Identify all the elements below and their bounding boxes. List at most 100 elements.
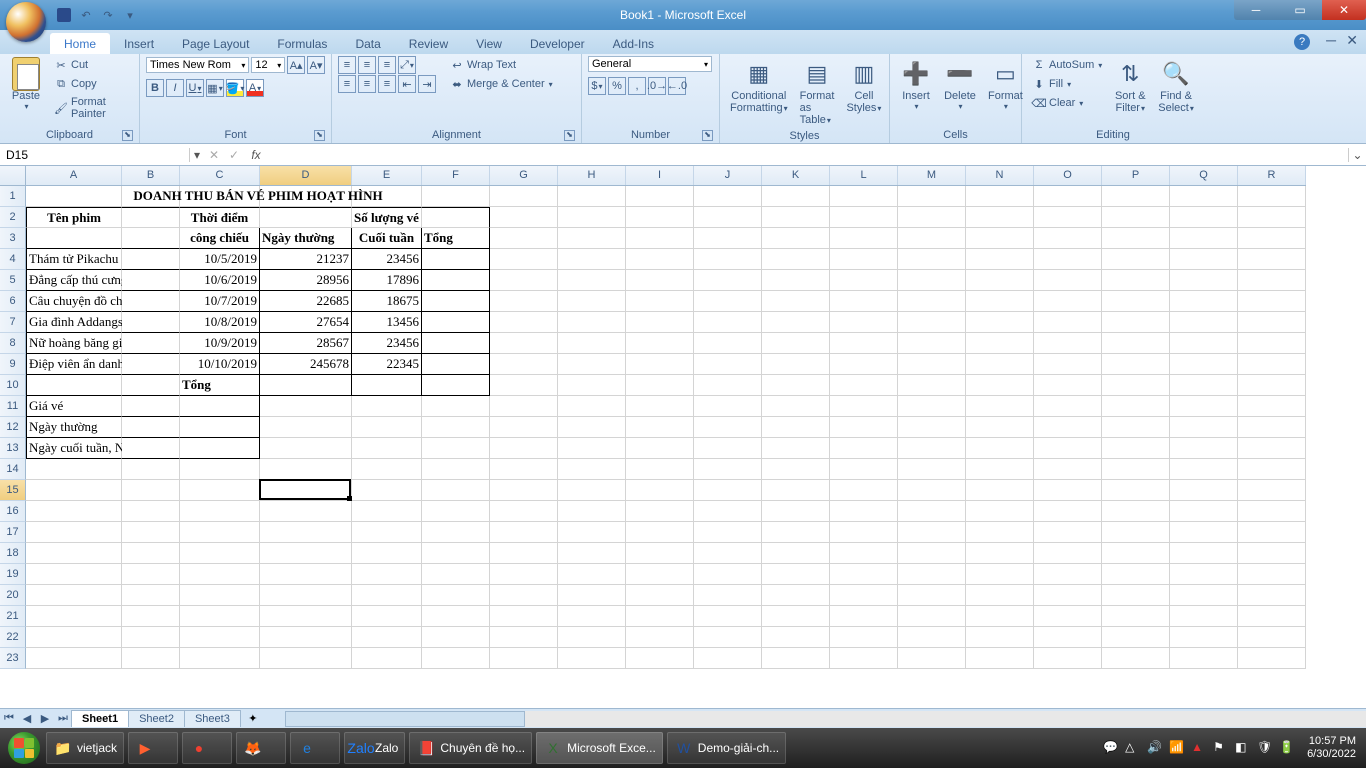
cell[interactable]: [626, 417, 694, 438]
align-bottom-button[interactable]: ≡: [378, 56, 396, 74]
cell[interactable]: 13456: [352, 312, 422, 333]
cell[interactable]: [1102, 270, 1170, 291]
cell[interactable]: [762, 606, 830, 627]
cell[interactable]: [1034, 438, 1102, 459]
cell[interactable]: [694, 333, 762, 354]
window-minimize-button[interactable]: ─: [1234, 0, 1278, 20]
format-painter-button[interactable]: 🖌Format Painter: [50, 94, 133, 122]
cell[interactable]: [626, 249, 694, 270]
cell[interactable]: [1170, 396, 1238, 417]
help-button[interactable]: ?: [1294, 34, 1310, 50]
cell[interactable]: [26, 606, 122, 627]
cell[interactable]: [830, 375, 898, 396]
cell[interactable]: [1102, 186, 1170, 207]
cell[interactable]: [898, 375, 966, 396]
cell[interactable]: [898, 564, 966, 585]
comma-button[interactable]: ,: [628, 77, 646, 95]
cell[interactable]: [626, 375, 694, 396]
tray-drive-icon[interactable]: △: [1125, 740, 1141, 756]
row-header-7[interactable]: 7: [0, 312, 26, 333]
cell[interactable]: Tên phim: [26, 207, 122, 228]
cell[interactable]: [1102, 417, 1170, 438]
row-header-5[interactable]: 5: [0, 270, 26, 291]
cell[interactable]: [1102, 396, 1170, 417]
col-header-R[interactable]: R: [1238, 166, 1306, 185]
cell[interactable]: [830, 648, 898, 669]
cell[interactable]: [558, 354, 626, 375]
cell[interactable]: [422, 438, 490, 459]
row-header-10[interactable]: 10: [0, 375, 26, 396]
tray-shield-icon[interactable]: 🛡: [1257, 740, 1273, 756]
cell[interactable]: Thám tử Pikachu: [26, 249, 122, 270]
autosum-button[interactable]: ΣAutoSum▾: [1028, 56, 1106, 74]
row-header-8[interactable]: 8: [0, 333, 26, 354]
cell[interactable]: [490, 564, 558, 585]
cell[interactable]: 28956: [260, 270, 352, 291]
row-header-20[interactable]: 20: [0, 585, 26, 606]
cell[interactable]: [694, 501, 762, 522]
cell[interactable]: [1170, 207, 1238, 228]
cell[interactable]: [966, 270, 1034, 291]
cell[interactable]: [1102, 501, 1170, 522]
cell[interactable]: [1170, 270, 1238, 291]
col-header-J[interactable]: J: [694, 166, 762, 185]
cell[interactable]: 27654: [260, 312, 352, 333]
col-header-K[interactable]: K: [762, 166, 830, 185]
cell[interactable]: [180, 585, 260, 606]
cell[interactable]: [122, 375, 180, 396]
cell[interactable]: [1102, 354, 1170, 375]
cell[interactable]: [180, 438, 260, 459]
tab-developer[interactable]: Developer: [516, 33, 599, 54]
window-close-button[interactable]: ✕: [1322, 0, 1366, 20]
cell[interactable]: [422, 291, 490, 312]
insert-cells-button[interactable]: ➕Insert▾: [896, 56, 936, 113]
cell[interactable]: [694, 564, 762, 585]
cell[interactable]: [490, 270, 558, 291]
cell[interactable]: 21237: [260, 249, 352, 270]
cell[interactable]: [122, 228, 180, 249]
cell[interactable]: [352, 501, 422, 522]
sheet-nav-next[interactable]: ▶: [36, 712, 54, 725]
cell[interactable]: [626, 459, 694, 480]
cell[interactable]: [558, 543, 626, 564]
cell[interactable]: [626, 354, 694, 375]
cell[interactable]: [694, 438, 762, 459]
cell[interactable]: [122, 648, 180, 669]
cell[interactable]: [966, 564, 1034, 585]
cell[interactable]: [898, 648, 966, 669]
tab-addins[interactable]: Add-Ins: [599, 33, 668, 54]
cell[interactable]: [558, 249, 626, 270]
cell[interactable]: công chiếu: [180, 228, 260, 249]
cell[interactable]: [558, 606, 626, 627]
cell[interactable]: [558, 501, 626, 522]
cell[interactable]: [1238, 333, 1306, 354]
cell[interactable]: [898, 186, 966, 207]
cell[interactable]: [490, 312, 558, 333]
cell[interactable]: [626, 543, 694, 564]
cell[interactable]: [1170, 606, 1238, 627]
cell[interactable]: [422, 375, 490, 396]
cell[interactable]: [694, 312, 762, 333]
workbook-close-button[interactable]: ✕: [1346, 32, 1358, 49]
sort-filter-button[interactable]: ⇅Sort &Filter▾: [1110, 56, 1150, 116]
cell[interactable]: [122, 585, 180, 606]
delete-cells-button[interactable]: ➖Delete▾: [940, 56, 980, 113]
cell[interactable]: [966, 354, 1034, 375]
cell[interactable]: [762, 186, 830, 207]
cell[interactable]: [1034, 291, 1102, 312]
cell[interactable]: [1034, 228, 1102, 249]
cell[interactable]: [26, 627, 122, 648]
cell[interactable]: [1034, 354, 1102, 375]
cell[interactable]: [966, 312, 1034, 333]
sheet-tab-1[interactable]: Sheet1: [71, 710, 129, 727]
cell[interactable]: [626, 480, 694, 501]
tray-flag-icon[interactable]: ⚑: [1213, 740, 1229, 756]
col-header-B[interactable]: B: [122, 166, 180, 185]
tab-home[interactable]: Home: [50, 33, 110, 54]
cell[interactable]: [626, 207, 694, 228]
font-launcher[interactable]: ⬊: [314, 130, 325, 141]
cell[interactable]: [762, 585, 830, 606]
cell[interactable]: [422, 396, 490, 417]
taskbar-item[interactable]: ●: [182, 732, 232, 764]
cell[interactable]: [352, 522, 422, 543]
